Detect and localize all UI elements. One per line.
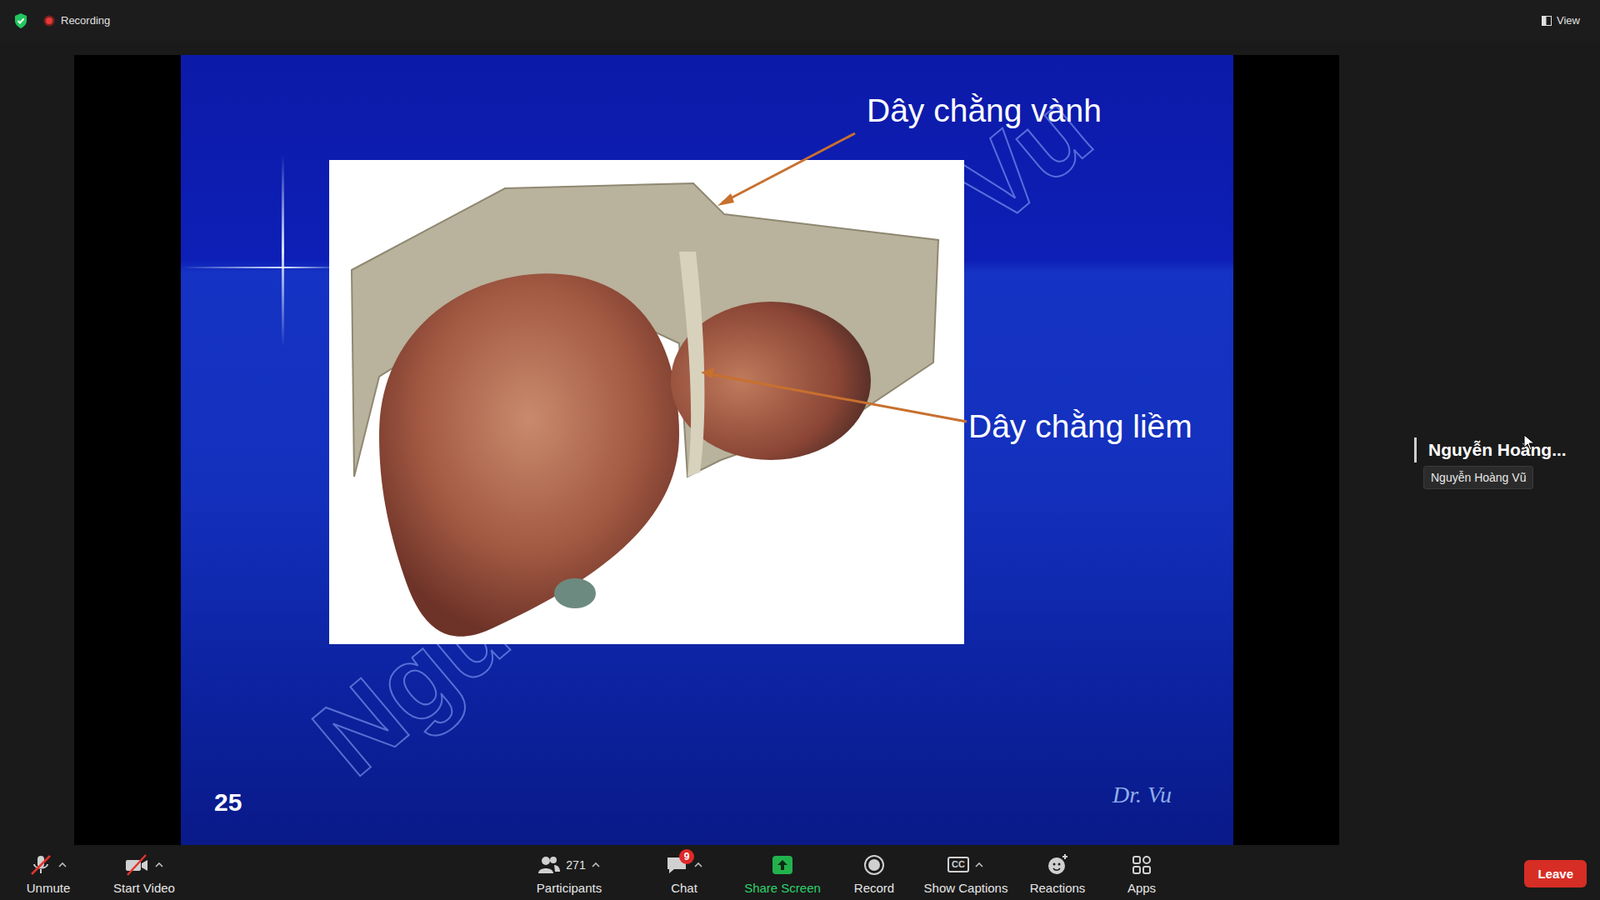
button-icon-row (1130, 852, 1154, 878)
button-label: Reactions (1030, 880, 1086, 895)
glare-vertical (281, 155, 285, 347)
shared-screen: NguVuDây chằng vànhDây chằng liềm25Dr. V… (74, 55, 1340, 845)
liver-figure (329, 160, 965, 645)
security-shield-icon[interactable] (13, 12, 29, 30)
closed-captions-icon: CC (947, 856, 970, 872)
record-icon (862, 853, 886, 877)
button-icon-row (770, 852, 795, 878)
unread-badge: 9 (679, 849, 695, 865)
mic-button[interactable]: Unmute (10, 846, 86, 900)
chat-button[interactable]: 9 Chat (631, 846, 737, 900)
speaker-name: Nguyễn Hoàng... (1428, 440, 1567, 460)
button-label: Share Screen (744, 880, 821, 895)
recording-label: Recording (60, 14, 110, 27)
slide: NguVuDây chằng vànhDây chằng liềm25Dr. V… (180, 55, 1234, 845)
record-button[interactable]: Record (828, 846, 920, 900)
slide-number: 25 (214, 788, 242, 817)
glare-horizontal (180, 266, 340, 269)
slide-author: Dr. Vu (1112, 781, 1172, 809)
slide-label: Dây chằng liềm (968, 408, 1193, 446)
slide-label: Dây chằng vành (866, 92, 1102, 130)
button-label: Show Captions (924, 880, 1009, 895)
menu-caret-icon[interactable] (57, 860, 68, 870)
menu-caret-icon[interactable] (154, 860, 165, 870)
pointer-arrows (180, 55, 1234, 845)
button-label: Apps (1127, 880, 1156, 895)
view-button[interactable]: View (1541, 14, 1587, 27)
button-icon-row: 9 (665, 852, 704, 878)
apps-button[interactable]: Apps (1103, 846, 1180, 900)
share-screen-icon (770, 853, 795, 877)
reactions-button[interactable]: Reactions (1011, 846, 1104, 900)
menu-caret-icon[interactable] (590, 860, 601, 870)
microphone-icon (29, 853, 53, 877)
record-dot-icon (43, 15, 55, 27)
apps-icon (1130, 853, 1154, 877)
speaker-bar (1414, 437, 1417, 463)
button-label: Start Video (113, 880, 175, 895)
liver-illustration (329, 160, 965, 645)
button-label: Participants (536, 880, 602, 895)
menu-caret-icon[interactable] (974, 860, 985, 870)
captions-button[interactable]: CC Show Captions (920, 846, 1012, 900)
view-icon (1541, 15, 1552, 26)
view-label: View (1556, 14, 1580, 27)
button-icon-row: CC (947, 852, 985, 878)
button-icon-row (124, 852, 165, 878)
participants-button[interactable]: 271 Participants (506, 846, 632, 900)
button-icon-row: 271 (537, 852, 600, 878)
button-icon-row (29, 852, 68, 878)
speaker-tooltip: Nguyễn Hoàng Vũ (1423, 465, 1534, 490)
button-label: Chat (670, 880, 698, 895)
menu-caret-icon[interactable] (693, 860, 704, 870)
button-label: Unmute (26, 880, 71, 895)
share-button[interactable]: Share Screen (736, 846, 829, 900)
participants-icon (537, 853, 561, 877)
toolbar-center: 271 Participants 9 Chat Share Screen Record CC… (506, 846, 1180, 900)
speaker-panel: Nguyễn Hoàng... Nguyễn Hoàng Vũ (1339, 55, 1600, 845)
video-camera-icon (124, 853, 150, 877)
smiley-plus-icon (1045, 853, 1070, 877)
button-icon-row (862, 852, 886, 878)
active-speaker[interactable]: Nguyễn Hoàng... Nguyễn Hoàng Vũ (1414, 437, 1567, 463)
toolbar-left: Unmute Start Video (0, 846, 190, 900)
button-icon-row (1045, 852, 1070, 878)
button-label: Record (854, 880, 895, 895)
meeting-toolbar: Unmute Start Video 271 Participants 9 Chat Sha… (0, 846, 1600, 900)
video-button[interactable]: Start Video (98, 846, 190, 900)
leave-button[interactable]: Leave (1524, 860, 1587, 888)
participant-count: 271 (565, 858, 585, 872)
recording-indicator[interactable]: Recording (43, 14, 110, 27)
mouse-cursor-icon (1523, 434, 1535, 451)
